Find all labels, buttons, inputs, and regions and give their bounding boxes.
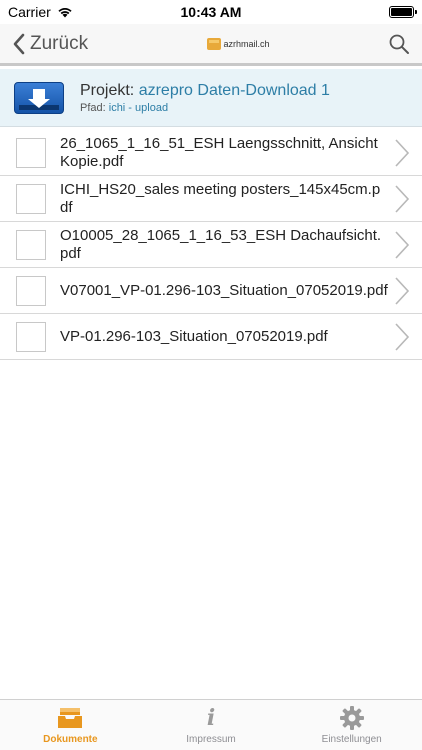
file-row[interactable]: ICHI_HS20_sales meeting posters_145x45cm…	[0, 176, 422, 222]
file-checkbox[interactable]	[16, 183, 46, 214]
file-checkbox[interactable]	[16, 229, 46, 260]
carrier-label: Carrier	[8, 4, 51, 20]
chevron-right-icon	[395, 138, 410, 167]
file-row[interactable]: 26_1065_1_16_51_ESH Laengsschnitt, Ansic…	[0, 130, 422, 176]
tab-bar: Dokumente i Impressum Einstellungen	[0, 699, 422, 750]
app-logo: azrhmail.ch	[206, 37, 270, 50]
file-row[interactable]: VP-01.296-103_Situation_07052019.pdf	[0, 314, 422, 360]
logo-box-icon	[206, 37, 221, 50]
file-checkbox[interactable]	[16, 275, 46, 306]
file-checkbox[interactable]	[16, 137, 46, 168]
gear-icon	[338, 705, 366, 731]
status-left: Carrier	[8, 4, 73, 20]
file-name: 26_1065_1_16_51_ESH Laengsschnitt, Ansic…	[60, 134, 378, 170]
chevron-left-icon	[13, 33, 25, 54]
download-icon	[14, 81, 64, 114]
tab-label: Dokumente	[43, 734, 98, 745]
chevron-right-icon	[395, 184, 410, 213]
file-name: ICHI_HS20_sales meeting posters_145x45cm…	[60, 180, 381, 216]
nav-bar: Zurück azrhmail.ch	[0, 24, 422, 66]
tab-impressum[interactable]: i Impressum	[141, 700, 282, 750]
wifi-icon	[58, 7, 72, 18]
chevron-right-icon	[395, 276, 410, 305]
file-row[interactable]: O10005_28_1065_1_16_53_ESH Dachaufsicht.…	[0, 222, 422, 268]
tab-label: Impressum	[186, 734, 236, 745]
search-icon[interactable]	[388, 33, 410, 55]
tab-dokumente[interactable]: Dokumente	[0, 700, 141, 750]
path-label: Pfad:	[80, 101, 106, 114]
project-name: azrepro Daten-Download 1	[138, 81, 330, 99]
file-row[interactable]: V07001_VP-01.296-103_Situation_07052019.…	[0, 268, 422, 314]
file-name: O10005_28_1065_1_16_53_ESH Dachaufsicht.…	[60, 226, 382, 262]
tab-einstellungen[interactable]: Einstellungen	[281, 700, 422, 750]
back-label: Zurück	[30, 32, 89, 54]
project-title: Projekt: azrepro Daten-Download 1	[80, 82, 330, 100]
tab-label: Einstellungen	[321, 734, 382, 745]
logo-text: azrhmail.ch	[223, 38, 270, 49]
file-name: VP-01.296-103_Situation_07052019.pdf	[60, 327, 328, 345]
chevron-right-icon	[395, 322, 410, 351]
back-button[interactable]: Zurück	[12, 33, 88, 55]
project-info: Projekt: azrepro Daten-Download 1 Pfad: …	[80, 82, 330, 114]
path-value: ichi - upload	[108, 101, 169, 114]
status-bar: Carrier 10:43 AM	[0, 0, 422, 24]
info-icon: i	[206, 705, 216, 731]
tray-icon	[56, 705, 84, 731]
file-checkbox[interactable]	[16, 321, 46, 352]
file-name: V07001_VP-01.296-103_Situation_07052019.…	[60, 281, 388, 299]
file-list: 26_1065_1_16_51_ESH Laengsschnitt, Ansic…	[0, 130, 422, 360]
project-path: Pfad: ichi - upload	[80, 102, 330, 114]
project-header: Projekt: azrepro Daten-Download 1 Pfad: …	[0, 69, 422, 127]
project-label: Projekt:	[80, 81, 135, 99]
chevron-right-icon	[395, 230, 410, 259]
battery-icon	[389, 6, 417, 18]
